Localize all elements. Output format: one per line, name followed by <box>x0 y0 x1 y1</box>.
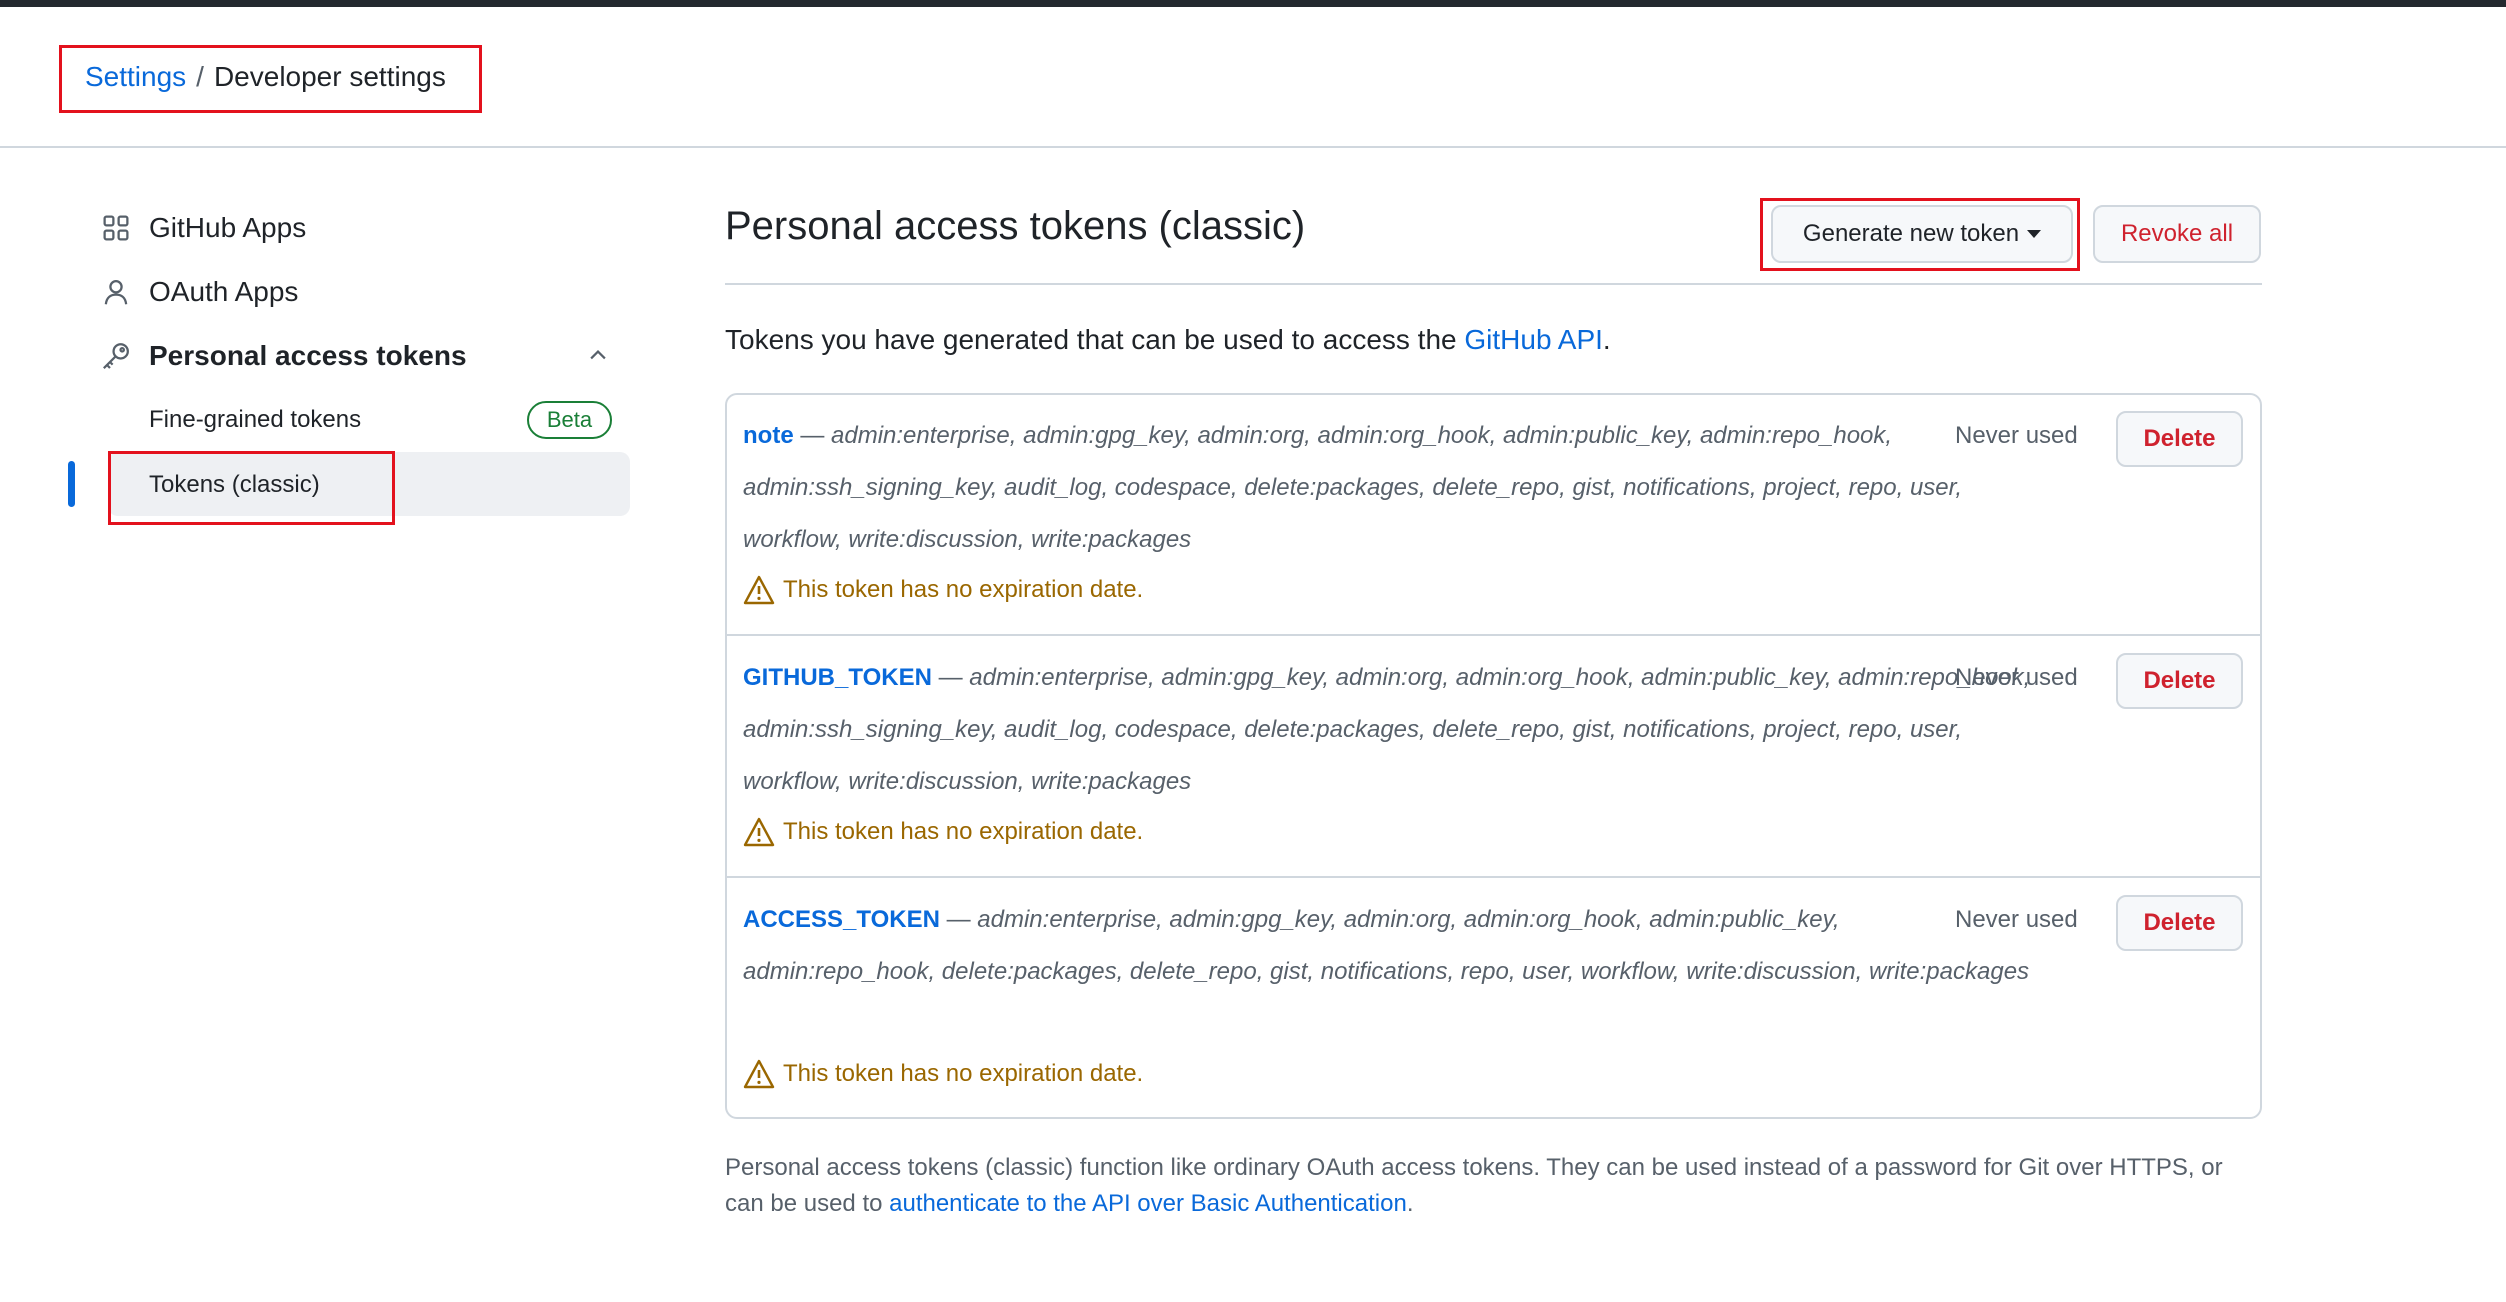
token-scopes: admin:enterprise, admin:gpg_key, admin:o… <box>743 422 1962 553</box>
token-dash: — <box>931 664 970 691</box>
revoke-all-button[interactable]: Revoke all <box>2093 205 2261 263</box>
breadcrumb: Settings / Developer settings <box>85 57 446 97</box>
sidebar-item-label: GitHub Apps <box>149 212 307 243</box>
token-expiration-warning: This token has no expiration date. <box>743 1058 1143 1090</box>
caret-down-icon <box>2027 230 2042 238</box>
sidebar-item-label: OAuth Apps <box>149 276 299 307</box>
token-name-link[interactable]: GITHUB_TOKEN <box>743 664 932 691</box>
intro-text-end: . <box>1602 324 1611 355</box>
alert-icon <box>743 1058 775 1090</box>
warning-text: This token has no expiration date. <box>783 818 1144 845</box>
person-icon <box>99 275 133 309</box>
token-last-used: Never used <box>1955 664 2078 691</box>
sidebar-item-github-apps[interactable]: GitHub Apps <box>99 210 306 246</box>
chevron-up-icon[interactable] <box>583 340 613 370</box>
active-indicator <box>68 461 75 507</box>
sidebar-item-label: Personal access tokens <box>149 340 467 371</box>
basic-auth-link[interactable]: authenticate to the API over Basic Authe… <box>889 1190 1407 1217</box>
top-bar <box>0 0 2506 7</box>
token-row-divider <box>727 634 2260 636</box>
intro-text-body: Tokens you have generated that can be us… <box>725 324 1465 355</box>
footer-note-end: . <box>1406 1190 1414 1217</box>
beta-badge: Beta <box>527 401 612 439</box>
generate-new-token-button[interactable]: Generate new token <box>1771 205 2073 263</box>
token-last-used: Never used <box>1955 906 2078 933</box>
sidebar-subitem-tokens-classic[interactable]: Tokens (classic) <box>149 469 320 501</box>
delete-token-button[interactable]: Delete <box>2116 895 2243 951</box>
token-name-link[interactable]: note <box>743 422 794 449</box>
github-api-link[interactable]: GitHub API <box>1464 324 1603 355</box>
intro-text: Tokens you have generated that can be us… <box>725 322 1611 358</box>
sidebar-item-oauth-apps[interactable]: OAuth Apps <box>99 274 298 310</box>
breadcrumb-settings-link[interactable]: Settings <box>85 61 186 92</box>
token-expiration-warning: This token has no expiration date. <box>743 574 1143 606</box>
token-description: GITHUB_TOKEN — admin:enterprise, admin:g… <box>743 652 2033 808</box>
generate-new-token-label: Generate new token <box>1802 220 2020 247</box>
delete-token-button[interactable]: Delete <box>2116 411 2243 467</box>
footer-note: Personal access tokens (classic) functio… <box>725 1150 2265 1222</box>
sidebar-subitem-fine-grained-tokens[interactable]: Fine-grained tokens <box>149 404 361 436</box>
token-last-used: Never used <box>1955 422 2078 449</box>
token-dash: — <box>793 422 832 449</box>
warning-text: This token has no expiration date. <box>783 576 1144 603</box>
token-name-link[interactable]: ACCESS_TOKEN <box>743 906 940 933</box>
apps-grid-icon <box>99 211 133 245</box>
alert-icon <box>743 574 775 606</box>
breadcrumb-separator: / <box>196 61 204 92</box>
delete-token-button[interactable]: Delete <box>2116 653 2243 709</box>
warning-text: This token has no expiration date. <box>783 1060 1144 1087</box>
token-expiration-warning: This token has no expiration date. <box>743 816 1143 848</box>
token-row-divider <box>727 876 2260 878</box>
token-description: ACCESS_TOKEN — admin:enterprise, admin:g… <box>743 894 2033 998</box>
key-icon <box>99 339 133 373</box>
page-title: Personal access tokens (classic) <box>725 204 1306 248</box>
title-divider <box>725 283 2262 285</box>
token-dash: — <box>939 906 978 933</box>
token-description: note — admin:enterprise, admin:gpg_key, … <box>743 410 2033 566</box>
sidebar-item-personal-access-tokens[interactable]: Personal access tokens <box>99 338 467 374</box>
alert-icon <box>743 816 775 848</box>
breadcrumb-current: Developer settings <box>213 61 446 92</box>
header-divider <box>0 146 2506 148</box>
